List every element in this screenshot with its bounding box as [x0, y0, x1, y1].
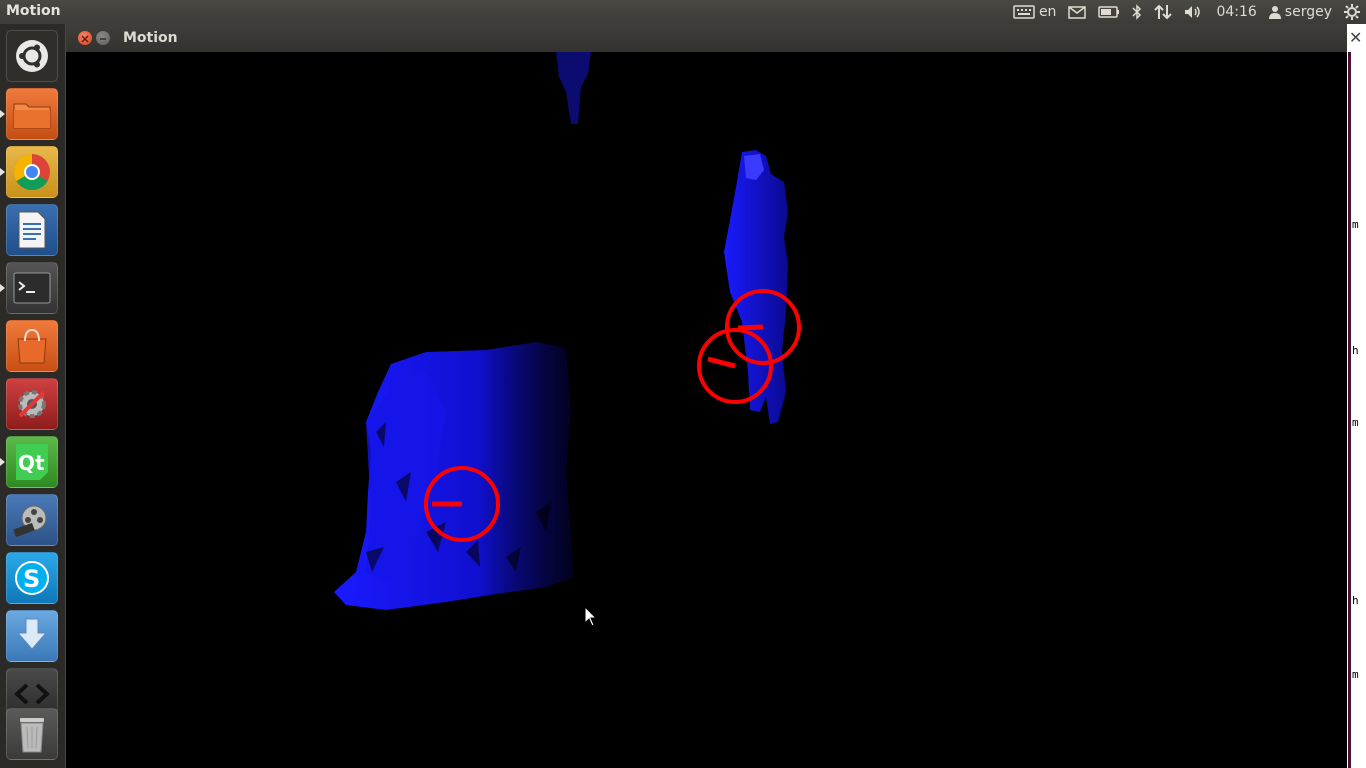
keyboard-layout-label: en [1038, 4, 1057, 20]
clock-time: 04:16 [1216, 4, 1257, 20]
dash-home-button[interactable] [6, 30, 58, 82]
terminal-text-fragment: m [1352, 416, 1359, 429]
messaging-indicator[interactable] [1062, 0, 1092, 24]
shopping-bag-icon [17, 328, 47, 364]
terminal-text-fragment: m [1352, 668, 1359, 681]
software-center-launcher[interactable] [6, 320, 58, 372]
qt-icon: Qt [16, 444, 48, 480]
terminal-icon [13, 272, 51, 304]
motion-window: Motion [66, 24, 1347, 768]
window-titlebar[interactable]: Motion [66, 24, 1347, 52]
top-panel: Motion en 04:16 sergey [0, 0, 1366, 24]
qt-creator-launcher[interactable]: Qt [6, 436, 58, 488]
close-icon [81, 35, 89, 43]
keyboard-indicator[interactable]: en [1007, 0, 1063, 24]
terminal-text-fragment: h [1352, 344, 1359, 357]
film-reel-icon [13, 505, 47, 538]
workspace-switcher-icon [14, 683, 50, 705]
files-launcher[interactable] [6, 88, 58, 140]
svg-text:Qt: Qt [18, 451, 45, 475]
terminal-launcher[interactable] [6, 262, 58, 314]
envelope-icon [1068, 5, 1087, 19]
bluetooth-indicator[interactable] [1126, 0, 1148, 24]
bluetooth-icon [1132, 4, 1142, 20]
window-minimize-button[interactable] [96, 31, 110, 45]
settings-gear-icon [18, 390, 46, 418]
session-indicator[interactable] [1338, 0, 1366, 24]
folder-icon [13, 103, 51, 129]
window-title: Motion [123, 30, 178, 46]
indicator-area: en 04:16 sergey [1007, 0, 1366, 24]
system-settings-launcher[interactable] [6, 378, 58, 430]
sound-indicator[interactable] [1178, 0, 1210, 24]
user-icon [1268, 6, 1281, 19]
battery-indicator[interactable] [1092, 0, 1126, 24]
terminal-text-fragment: m [1352, 218, 1359, 231]
downloads-launcher[interactable] [6, 610, 58, 662]
trash-launcher[interactable] [6, 708, 58, 760]
writer-launcher[interactable] [6, 204, 58, 256]
network-arrows-icon [1154, 4, 1173, 20]
terminal-scrollbar[interactable] [1348, 52, 1351, 768]
chrome-launcher[interactable] [6, 146, 58, 198]
person-pointcloud [724, 150, 788, 424]
network-indicator[interactable] [1148, 0, 1178, 24]
trash-icon [20, 718, 44, 753]
user-name: sergey [1284, 4, 1332, 20]
gear-icon [1344, 4, 1360, 20]
user-indicator[interactable]: sergey [1263, 0, 1338, 24]
skype-launcher[interactable]: S [6, 552, 58, 604]
terminal-text-fragment: h [1352, 594, 1359, 607]
mouse-pointer-icon [584, 605, 598, 627]
background-terminal-window[interactable]: ✕ m h m h m [1347, 24, 1366, 768]
download-arrow-icon [16, 618, 48, 650]
depth-view-canvas[interactable] [66, 52, 1347, 768]
window-close-button[interactable] [78, 31, 92, 45]
background-window-close-icon[interactable]: ✕ [1349, 28, 1362, 47]
video-editor-launcher[interactable] [6, 494, 58, 546]
launcher: Qt S [0, 24, 66, 768]
distant-figure-pointcloud [556, 52, 591, 124]
clock-indicator[interactable]: 04:16 [1210, 0, 1262, 24]
skype-icon: S [15, 561, 49, 595]
active-app-name[interactable]: Motion [6, 3, 61, 19]
svg-text:S: S [23, 565, 40, 593]
ubuntu-logo-icon [16, 40, 48, 72]
chrome-icon [13, 154, 50, 191]
document-icon [18, 211, 46, 249]
keyboard-icon [1013, 5, 1035, 19]
battery-icon [1098, 6, 1120, 18]
minimize-icon [100, 38, 106, 40]
foreground-object-pointcloud [334, 342, 574, 610]
speaker-icon [1185, 6, 1201, 18]
